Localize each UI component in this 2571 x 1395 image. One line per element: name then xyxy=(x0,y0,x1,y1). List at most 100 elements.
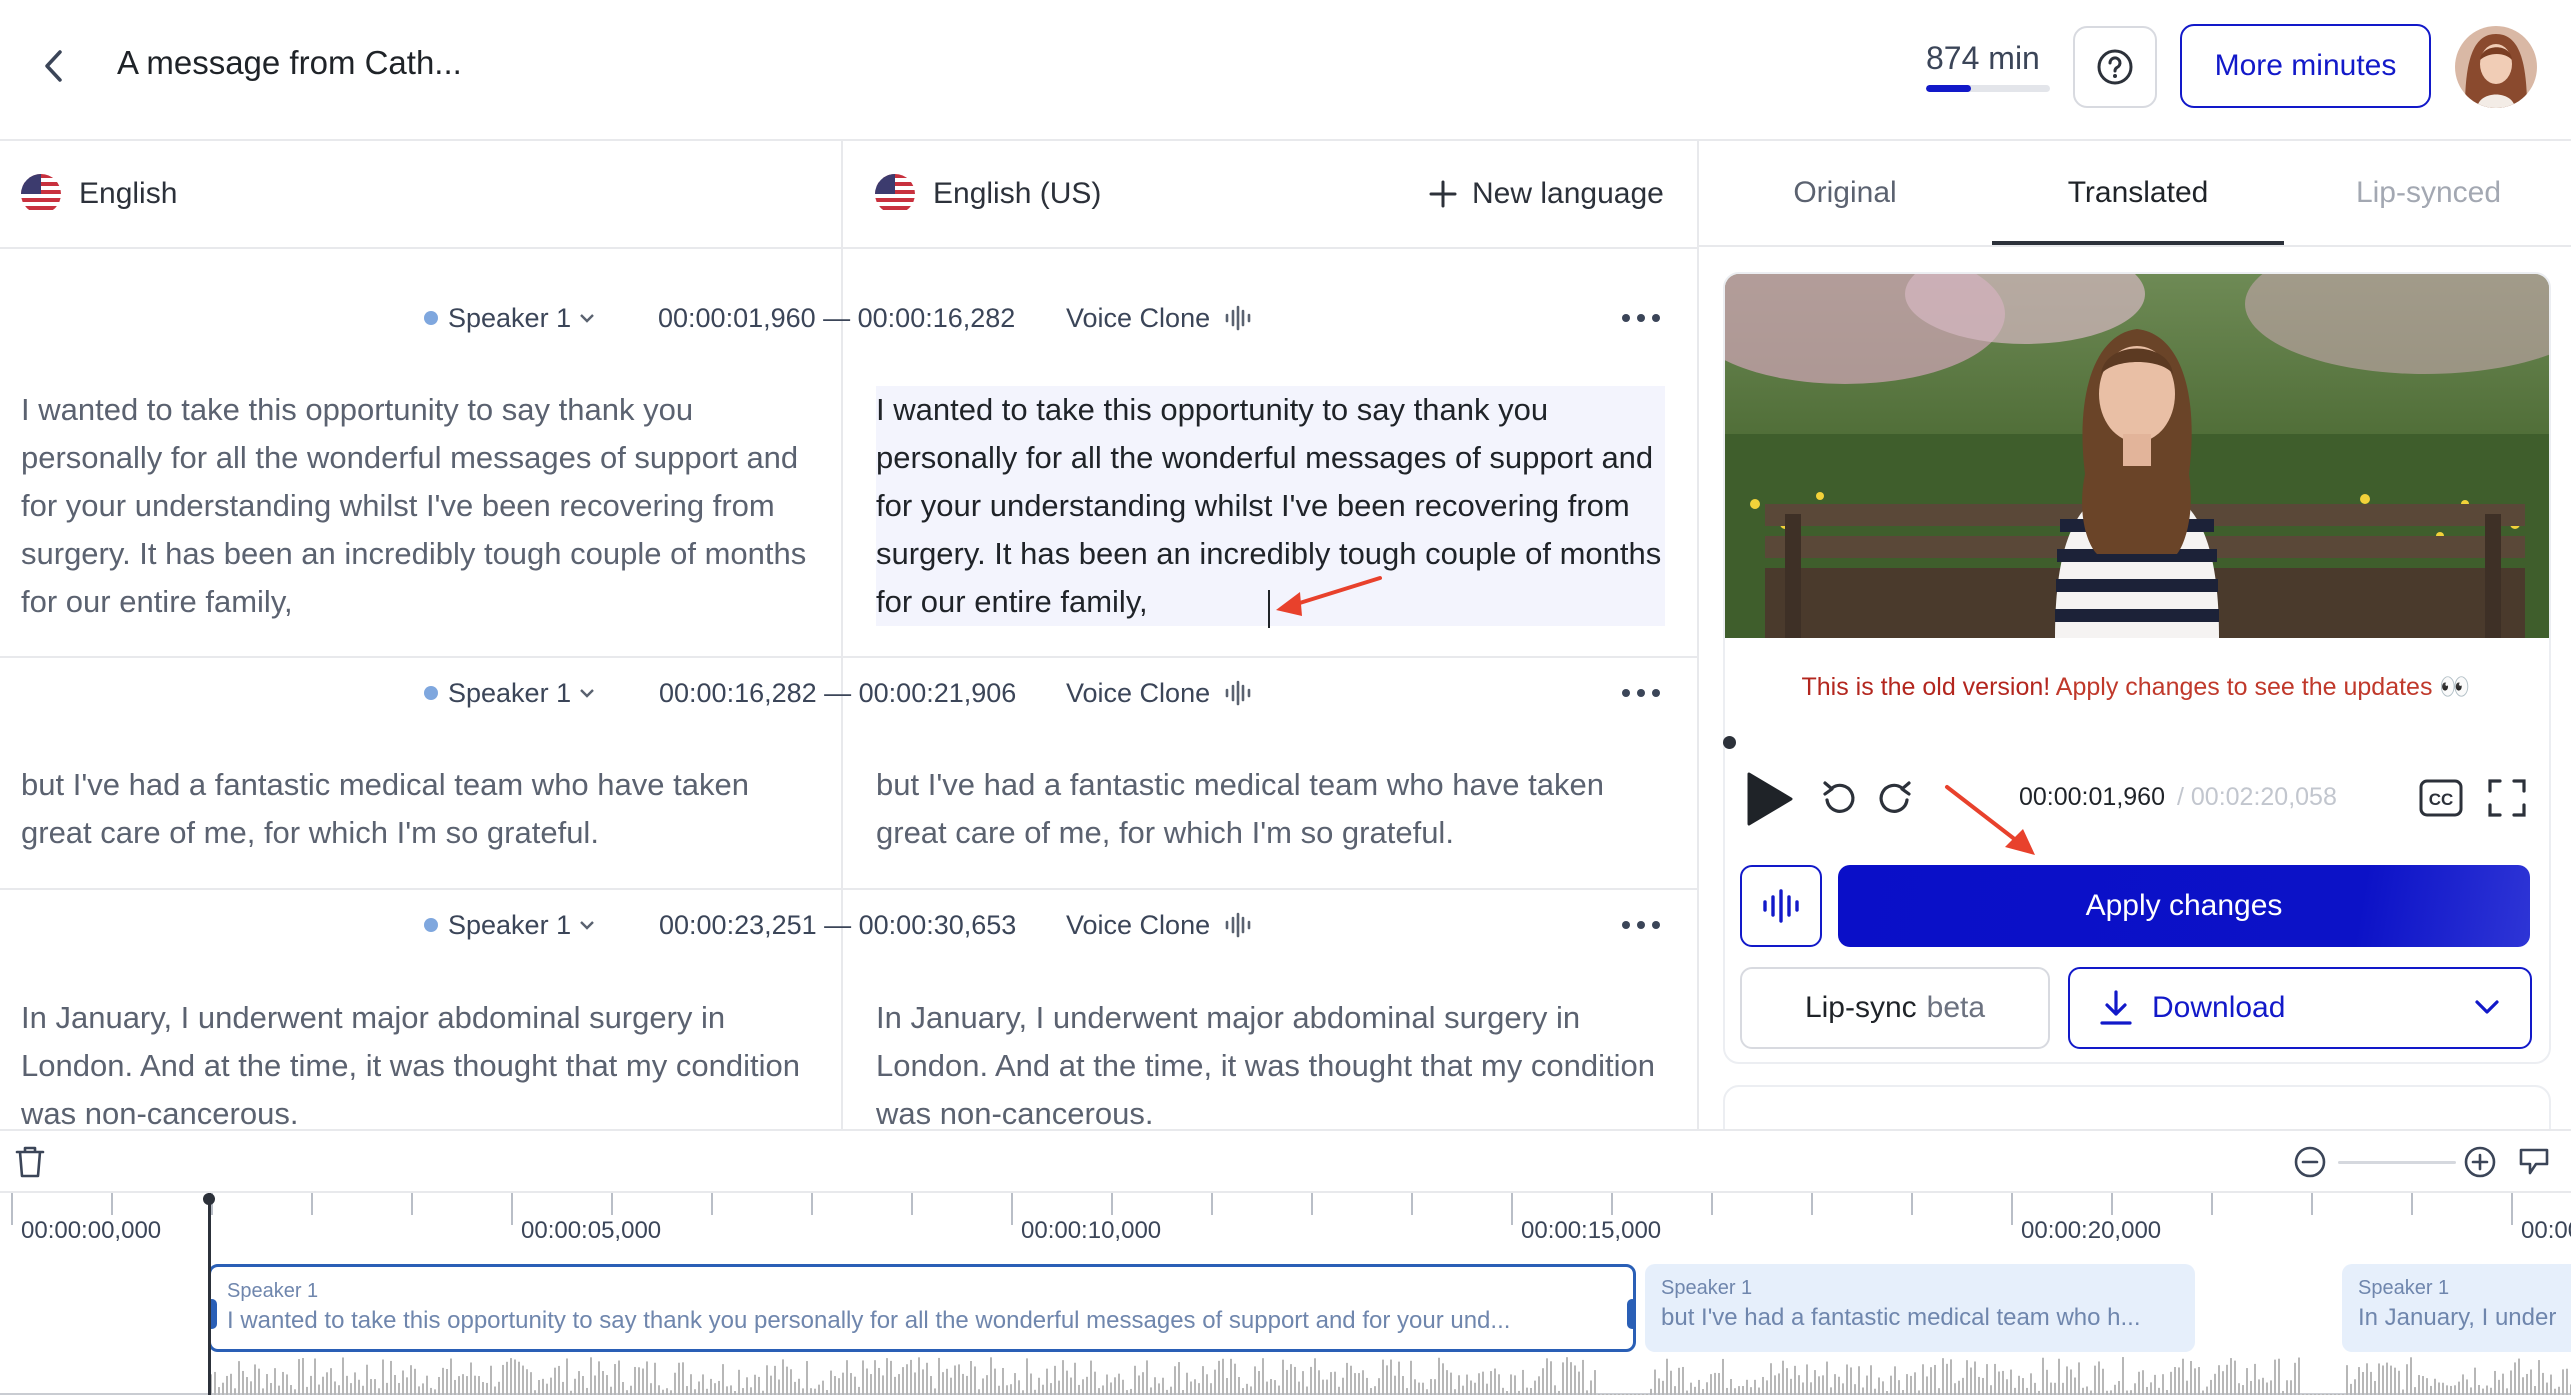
rewind-icon[interactable] xyxy=(1819,778,1859,818)
waveform-bar xyxy=(1342,1377,1344,1395)
segment-timecode[interactable]: 00:00:16,282 — 00:00:21,906 xyxy=(659,660,1016,726)
cc-icon[interactable]: CC xyxy=(2419,778,2463,818)
waveform-bar xyxy=(1842,1383,1844,1395)
waveform-bar xyxy=(2098,1361,2100,1395)
waveform-bar xyxy=(578,1371,580,1395)
waveform-bar xyxy=(2422,1376,2424,1395)
waveform-bar xyxy=(962,1373,964,1395)
video-preview[interactable] xyxy=(1725,274,2549,638)
help-button[interactable] xyxy=(2073,26,2157,108)
clip-end-handle[interactable] xyxy=(1627,1299,1633,1329)
waveform-bar xyxy=(366,1364,368,1395)
lip-sync-button[interactable]: Lip-sync beta xyxy=(1740,967,2050,1049)
new-language-button[interactable]: New language xyxy=(1428,141,1664,247)
play-icon[interactable] xyxy=(1745,772,1795,826)
clip-text: but I've had a fantastic medical team wh… xyxy=(1661,1304,2141,1331)
scrubber-handle[interactable] xyxy=(1723,736,1736,749)
waveform-bar xyxy=(1178,1362,1180,1395)
waveform-bar xyxy=(1242,1388,1244,1395)
zoom-out-icon[interactable] xyxy=(2293,1145,2327,1179)
tab-translated[interactable]: Translated xyxy=(1992,141,2284,245)
waveform-bar xyxy=(2358,1367,2360,1395)
waveform-bar xyxy=(2546,1382,2548,1395)
waveform-bar xyxy=(1030,1373,1032,1395)
timeline-clip[interactable]: Speaker 1 but I've had a fantastic medic… xyxy=(1645,1264,2195,1352)
timeline-clip[interactable]: Speaker 1 I wanted to take this opportun… xyxy=(208,1264,1636,1352)
chevron-down-icon[interactable] xyxy=(2474,999,2500,1015)
segment-timecode[interactable]: 00:00:01,960 — 00:00:16,282 xyxy=(658,285,1015,351)
segment-more-button[interactable] xyxy=(1616,285,1666,351)
back-button[interactable] xyxy=(30,42,78,90)
waveform-bar xyxy=(706,1388,708,1395)
waveform-bar xyxy=(1718,1373,1720,1395)
segment-more-button[interactable] xyxy=(1616,892,1666,958)
waveform-bar xyxy=(1362,1370,1364,1395)
waveform-bar xyxy=(1914,1372,1916,1395)
comment-icon[interactable] xyxy=(2518,1147,2550,1177)
waveform-bar xyxy=(1694,1386,1696,1395)
zoom-slider[interactable] xyxy=(2338,1161,2456,1164)
waveform-bar xyxy=(598,1361,600,1395)
target-text-editor[interactable]: but I've had a fantastic medical team wh… xyxy=(876,761,1665,857)
waveform-bar xyxy=(1006,1385,1008,1395)
video-scrubber[interactable] xyxy=(1725,740,2549,746)
waveform-bar xyxy=(1174,1366,1176,1395)
waveform-bar xyxy=(2266,1382,2268,1395)
forward-icon[interactable] xyxy=(1875,778,1915,818)
waveform-bar xyxy=(906,1364,908,1395)
waveform-bar xyxy=(2150,1382,2152,1395)
fullscreen-icon[interactable] xyxy=(2487,778,2527,818)
timeline-ruler[interactable]: 00:00:00,000 00:00:05,000 00:00:10,000 0… xyxy=(0,1193,2571,1265)
waveform-bar xyxy=(1570,1362,1572,1395)
page-title: A message from Cath... xyxy=(117,44,462,81)
tabs-divider xyxy=(1699,245,2571,247)
waveform-bar xyxy=(2398,1370,2400,1395)
waveform-bar xyxy=(1546,1358,1548,1395)
segment-timecode[interactable]: 00:00:23,251 — 00:00:30,653 xyxy=(659,892,1016,958)
target-language[interactable]: English (US) xyxy=(875,141,1101,247)
voice-settings-button[interactable] xyxy=(1740,865,1822,947)
timeline-clip[interactable]: Speaker 1 In January, I under xyxy=(2342,1264,2571,1352)
waveform-bar xyxy=(2482,1388,2484,1395)
tab-original[interactable]: Original xyxy=(1699,141,1991,245)
voice-selector[interactable]: Voice Clone xyxy=(1066,660,1252,726)
waveform-icon xyxy=(1225,912,1251,938)
source-language[interactable]: English xyxy=(21,141,177,247)
segment-more-button[interactable] xyxy=(1616,660,1666,726)
waveform-bar xyxy=(1186,1372,1188,1395)
zoom-in-icon[interactable] xyxy=(2463,1145,2497,1179)
voice-selector[interactable]: Voice Clone xyxy=(1066,285,1252,351)
waveform-bar xyxy=(1214,1369,1216,1395)
voice-selector[interactable]: Voice Clone xyxy=(1066,892,1252,958)
waveform-bar xyxy=(634,1366,636,1395)
waveform-bar xyxy=(1702,1389,1704,1395)
waveform-bar xyxy=(1366,1377,1368,1395)
speaker-selector[interactable]: Speaker 1 xyxy=(424,660,595,726)
speaker-selector[interactable]: Speaker 1 xyxy=(424,285,595,351)
waveform-bar xyxy=(1142,1372,1144,1395)
waveform-bar xyxy=(2114,1384,2116,1395)
waveform-bar xyxy=(1738,1386,1740,1395)
waveform-bar xyxy=(1522,1369,1524,1395)
speaker-dot-icon xyxy=(424,686,438,700)
waveform-bar xyxy=(302,1358,304,1395)
playhead-handle[interactable] xyxy=(203,1193,215,1205)
old-version-notice: This is the old version! Apply changes t… xyxy=(1699,673,2571,702)
download-button[interactable]: Download xyxy=(2068,967,2532,1049)
waveform-bar xyxy=(1306,1386,1308,1395)
waveform-bar xyxy=(1866,1375,1868,1395)
waveform-bar xyxy=(1358,1373,1360,1395)
speaker-selector[interactable]: Speaker 1 xyxy=(424,892,595,958)
target-text-editor[interactable]: In January, I underwent major abdominal … xyxy=(876,994,1665,1130)
waveform-bar xyxy=(362,1385,364,1395)
more-minutes-button[interactable]: More minutes xyxy=(2180,24,2431,108)
waveform-bar xyxy=(1318,1370,1320,1395)
waveform-bar xyxy=(2454,1385,2456,1395)
trash-icon[interactable] xyxy=(14,1145,46,1179)
waveform-bar xyxy=(818,1384,820,1395)
apply-changes-button[interactable]: Apply changes xyxy=(1838,865,2530,947)
playhead[interactable] xyxy=(208,1193,211,1395)
waveform-bar xyxy=(1982,1377,1984,1395)
tab-lip-synced[interactable]: Lip-synced xyxy=(2284,141,2571,245)
avatar[interactable] xyxy=(2455,26,2537,108)
